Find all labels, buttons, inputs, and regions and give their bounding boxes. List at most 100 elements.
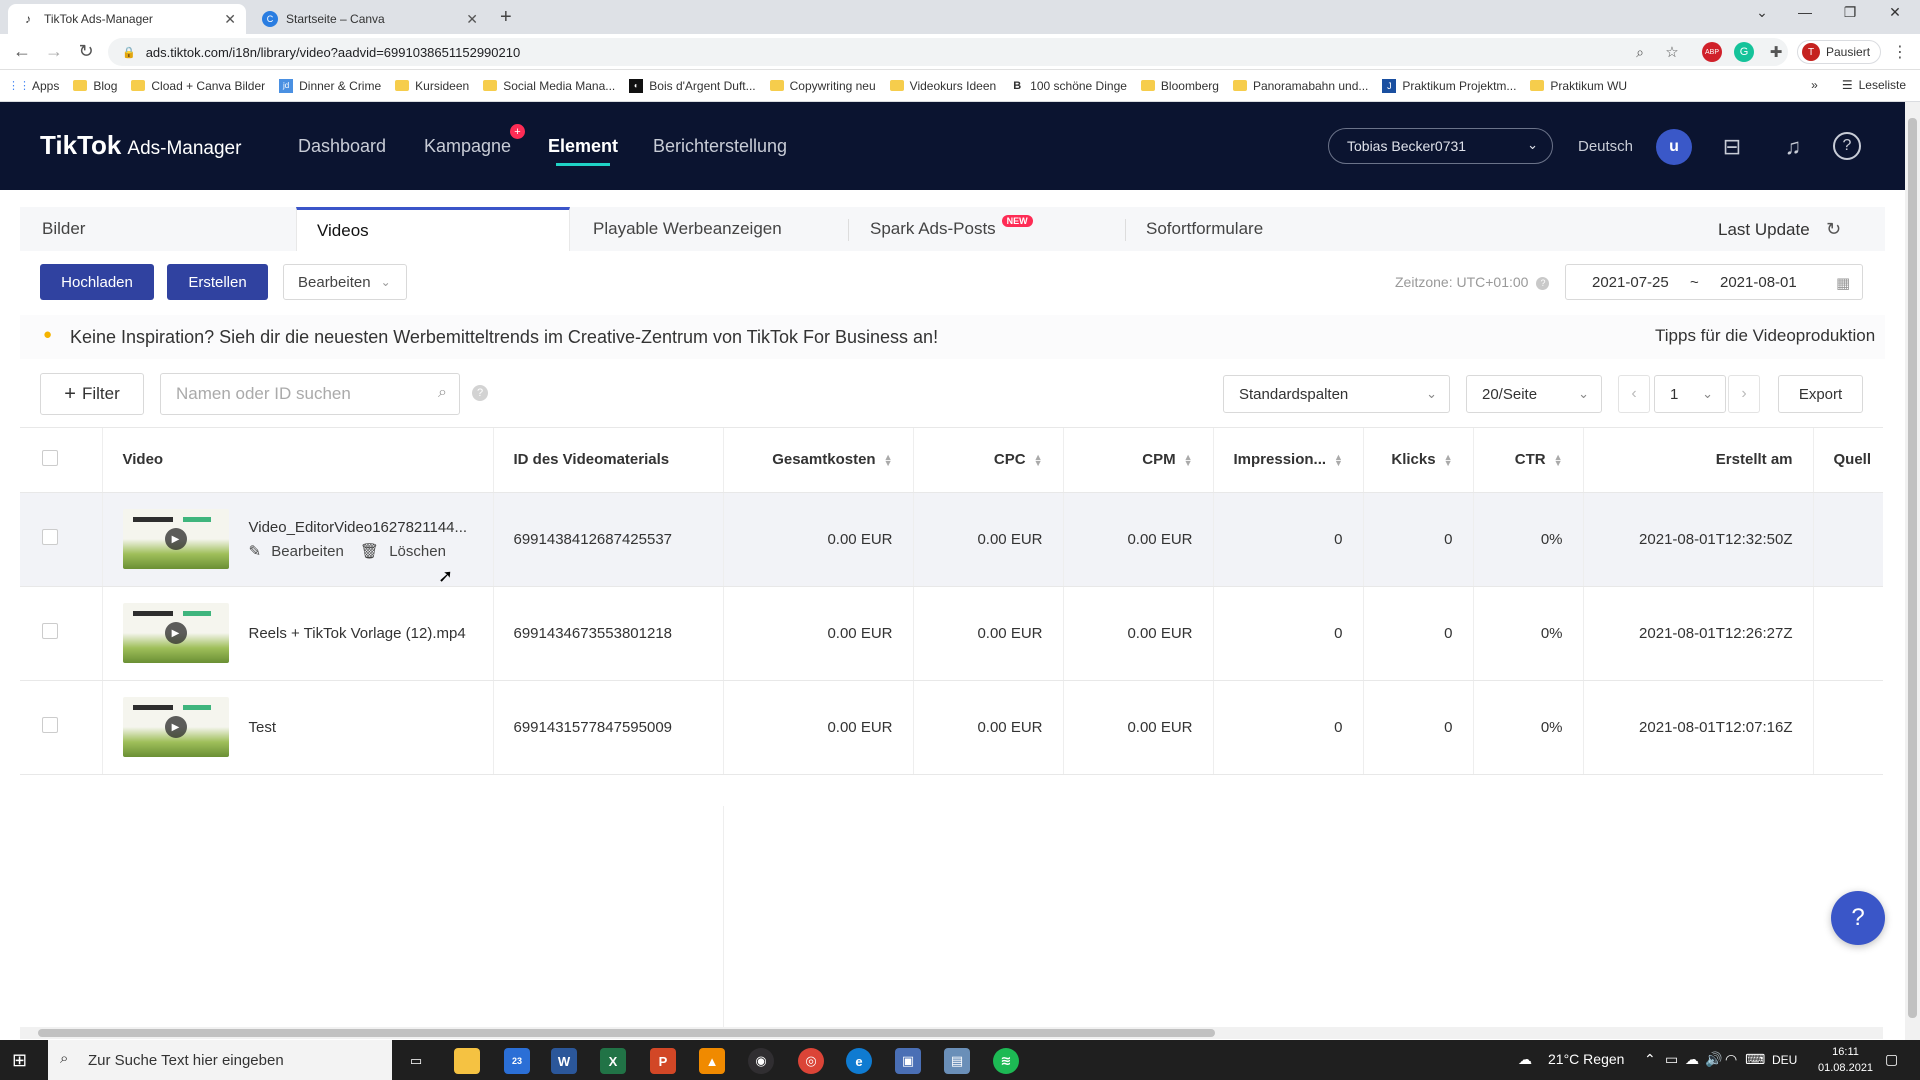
address-bar[interactable]: 🔒 ads.tiktok.com/i18n/library/video?aadv… — [108, 38, 1788, 66]
weather-text[interactable]: 21°C Regen — [1548, 1051, 1624, 1067]
zoom-icon[interactable]: ⌕ — [1630, 42, 1650, 62]
weather-icon[interactable]: ☁ — [1518, 1051, 1532, 1068]
header-impressions[interactable]: Impression... ▲ ▼ — [1213, 428, 1364, 493]
chrome-icon[interactable]: ◎ — [798, 1048, 824, 1074]
keyboard-icon[interactable]: ⌨ — [1745, 1051, 1765, 1068]
page-size-select[interactable]: 20/Seite ⌄ — [1466, 375, 1602, 413]
close-tab-icon[interactable]: ✕ — [466, 11, 478, 28]
tab-videos[interactable]: Videos — [296, 207, 570, 251]
header-cpc[interactable]: CPC ▲ ▼ — [913, 428, 1064, 493]
bookmark-item[interactable]: B 100 schöne Dinge — [1010, 79, 1127, 93]
play-icon[interactable]: ▶ — [164, 528, 187, 550]
upload-button[interactable]: Hochladen — [40, 264, 154, 300]
bookmark-item[interactable]: jd Dinner & Crime — [279, 78, 381, 93]
reading-list[interactable]: » ☰ Leseliste — [1811, 78, 1906, 92]
play-icon[interactable]: ▶ — [164, 622, 187, 644]
bookmark-item[interactable]: Social Media Mana... — [483, 79, 615, 93]
info-icon[interactable]: ? — [472, 385, 488, 401]
app-icon[interactable]: ▣ — [895, 1048, 921, 1074]
row-checkbox[interactable] — [42, 529, 58, 545]
help-button[interactable]: ? — [1831, 891, 1885, 945]
row-checkbox[interactable] — [42, 623, 58, 639]
video-thumbnail[interactable]: ▶ — [122, 697, 229, 757]
export-button[interactable]: Export — [1778, 375, 1863, 413]
window-close-icon[interactable]: ✕ — [1875, 4, 1915, 21]
vlc-icon[interactable]: ▲ — [699, 1048, 725, 1074]
play-icon[interactable]: ▶ — [164, 716, 187, 738]
bookmark-item[interactable]: Kursideen — [395, 79, 469, 93]
restore-icon[interactable]: ❐ — [1830, 4, 1870, 21]
bookmark-item[interactable]: J Praktikum Projektm... — [1382, 78, 1516, 93]
bookmark-apps[interactable]: ⋮⋮ Apps — [8, 79, 59, 93]
video-thumbnail[interactable]: ▶ — [122, 603, 229, 663]
filter-button[interactable]: + Filter — [40, 373, 144, 415]
select-all-checkbox[interactable] — [42, 449, 58, 466]
tiktok-logo[interactable]: TikTok Ads-Manager — [40, 130, 241, 161]
reload-icon[interactable]: ↻ — [74, 41, 98, 62]
minimize-icon[interactable]: — — [1785, 4, 1825, 20]
horizontal-scrollbar[interactable] — [20, 1027, 1883, 1039]
nav-kampagne[interactable]: Kampagne — [424, 136, 511, 157]
wifi-icon[interactable]: ◠ — [1725, 1051, 1737, 1068]
mail-icon[interactable]: 23 — [504, 1048, 530, 1074]
video-thumbnail[interactable]: ▶ — [122, 509, 229, 569]
account-selector[interactable]: Tobias Becker0731 ⌄ — [1328, 128, 1553, 164]
bookmark-item[interactable]: Videokurs Ideen — [889, 79, 996, 93]
video-tips-link[interactable]: Tipps für die Videoproduktion — [1655, 326, 1875, 346]
table-row[interactable]: ▶ Video_EditorVideo1627821144... ✎ Bearb… — [20, 492, 1883, 587]
input-language[interactable]: DEU — [1772, 1053, 1797, 1067]
edit-dropdown[interactable]: Bearbeiten ⌄ — [283, 264, 407, 300]
tab-bilder[interactable]: Bilder — [42, 207, 85, 251]
scrollbar-thumb[interactable] — [1908, 118, 1917, 1018]
windows-start-icon[interactable]: ⊞ — [12, 1050, 27, 1071]
bookmark-item[interactable]: Cload + Canva Bilder — [131, 79, 265, 93]
row-checkbox[interactable] — [42, 717, 58, 733]
business-center-icon[interactable]: ⊟ — [1717, 132, 1747, 162]
user-avatar[interactable]: u — [1656, 129, 1692, 165]
back-icon[interactable]: ← — [10, 41, 34, 62]
header-clicks[interactable]: Klicks ▲ ▼ — [1363, 428, 1474, 493]
tab-playable[interactable]: Playable Werbeanzeigen — [593, 207, 782, 251]
bookmark-star-icon[interactable]: ☆ — [1662, 42, 1682, 62]
bookmark-item[interactable]: Copywriting neu — [769, 79, 876, 93]
vertical-scrollbar[interactable] — [1905, 102, 1920, 1040]
table-row[interactable]: ▶ Reels + TikTok Vorlage (12).mp4 699143… — [20, 586, 1883, 681]
refresh-icon[interactable]: ↻ — [1826, 219, 1841, 240]
grammarly-icon[interactable]: G — [1734, 42, 1754, 62]
bell-icon[interactable]: ♫ — [1778, 132, 1808, 162]
browser-menu-icon[interactable]: ⋮ — [1890, 42, 1910, 62]
bookmark-item[interactable]: Praktikum WU — [1530, 79, 1627, 93]
notepad-icon[interactable]: ▤ — [944, 1048, 970, 1074]
edge-icon[interactable]: e — [846, 1048, 872, 1074]
delete-action[interactable]: 🗑 Löschen — [360, 543, 452, 560]
create-button[interactable]: Erstellen — [167, 264, 268, 300]
page-select[interactable]: 1 ⌄ — [1654, 375, 1726, 413]
browser-tab-canva[interactable]: C Startseite – Canva ✕ — [250, 4, 488, 34]
extensions-icon[interactable]: ✚ — [1766, 42, 1786, 62]
edit-action[interactable]: ✎ Bearbeiten — [249, 543, 350, 560]
tray-chevron-icon[interactable]: ⌃ — [1644, 1051, 1656, 1068]
adblock-icon[interactable]: ABP — [1702, 42, 1722, 62]
columns-select[interactable]: Standardspalten ⌄ — [1223, 375, 1450, 413]
profile-button[interactable]: T Pausiert — [1797, 40, 1882, 64]
excel-icon[interactable]: X — [600, 1048, 626, 1074]
date-range-picker[interactable]: 2021-07-25 ~ 2021-08-01 ▦ — [1565, 264, 1863, 300]
notifications-icon[interactable]: ▢ — [1885, 1051, 1898, 1068]
table-row[interactable]: ▶ Test 6991431577847595009 0.00 EUR 0.00… — [20, 680, 1883, 775]
nav-berichterstellung[interactable]: Berichterstellung — [653, 136, 787, 157]
scrollbar-thumb[interactable] — [38, 1029, 1215, 1037]
bookmark-item[interactable]: ◐ Bois d'Argent Duft... — [629, 78, 756, 93]
network-icon[interactable]: ▭ — [1665, 1051, 1678, 1068]
task-view-icon[interactable]: ▭ — [403, 1048, 429, 1074]
obs-icon[interactable]: ◉ — [748, 1048, 774, 1074]
help-icon[interactable]: ? — [1833, 132, 1861, 160]
volume-icon[interactable]: 🔊 — [1705, 1051, 1722, 1068]
tab-search-icon[interactable]: ⌄ — [1742, 4, 1782, 21]
header-cpm[interactable]: CPM ▲ ▼ — [1063, 428, 1214, 493]
header-cost[interactable]: Gesamtkosten ▲ ▼ — [723, 428, 914, 493]
file-explorer-icon[interactable] — [454, 1048, 480, 1074]
header-ctr[interactable]: CTR ▲ ▼ — [1473, 428, 1584, 493]
language-selector[interactable]: Deutsch — [1578, 138, 1633, 155]
browser-tab-tiktok[interactable]: ♪ TikTok Ads-Manager ✕ — [8, 4, 246, 34]
nav-dashboard[interactable]: Dashboard — [298, 136, 386, 157]
